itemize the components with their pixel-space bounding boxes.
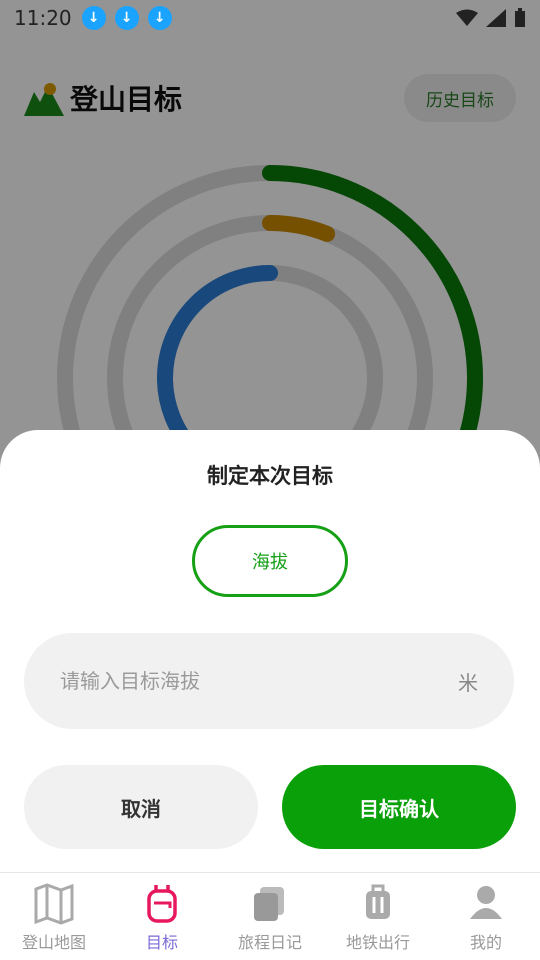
bottom-tab-bar: 登山地图 目标 旅程日记 地铁出行 我的 [0, 873, 540, 960]
tab-label: 旅程日记 [237, 933, 302, 952]
altitude-input[interactable] [60, 669, 458, 693]
status-bar: 11:20 ↓ ↓ ↓ [0, 0, 540, 36]
download-icon: ↓ [147, 6, 172, 30]
tab-label: 地铁出行 [345, 933, 410, 952]
download-icon: ↓ [81, 6, 106, 30]
backpack-icon [147, 885, 177, 923]
tab-travel-diary[interactable]: 旅程日记 [216, 873, 324, 960]
battery-icon [515, 8, 525, 27]
tab-label: 目标 [145, 933, 178, 952]
confirm-goal-button[interactable]: 目标确认 [282, 765, 516, 849]
tab-goal[interactable]: 目标 [108, 873, 216, 960]
luggage-icon [366, 884, 390, 919]
status-time: 11:20 [14, 6, 72, 30]
cancel-button[interactable]: 取消 [24, 765, 258, 849]
wifi-icon [456, 9, 478, 26]
map-icon [34, 883, 74, 925]
tab-subway-travel[interactable]: 地铁出行 [324, 873, 432, 960]
user-icon [470, 886, 502, 919]
tab-label: 我的 [469, 933, 502, 952]
tab-mine[interactable]: 我的 [432, 873, 540, 960]
status-icons [456, 8, 526, 28]
signal-icon [486, 9, 506, 27]
diary-icon [254, 887, 284, 921]
unit-label: 米 [458, 670, 478, 695]
dialog-title: 制定本次目标 [207, 464, 333, 488]
altitude-input-container: 米 [24, 633, 514, 729]
tab-label: 登山地图 [21, 933, 86, 952]
download-icon: ↓ [114, 6, 139, 30]
tab-mountain-map[interactable]: 登山地图 [0, 873, 108, 960]
altitude-option-chip[interactable]: 海拔 [192, 525, 348, 597]
